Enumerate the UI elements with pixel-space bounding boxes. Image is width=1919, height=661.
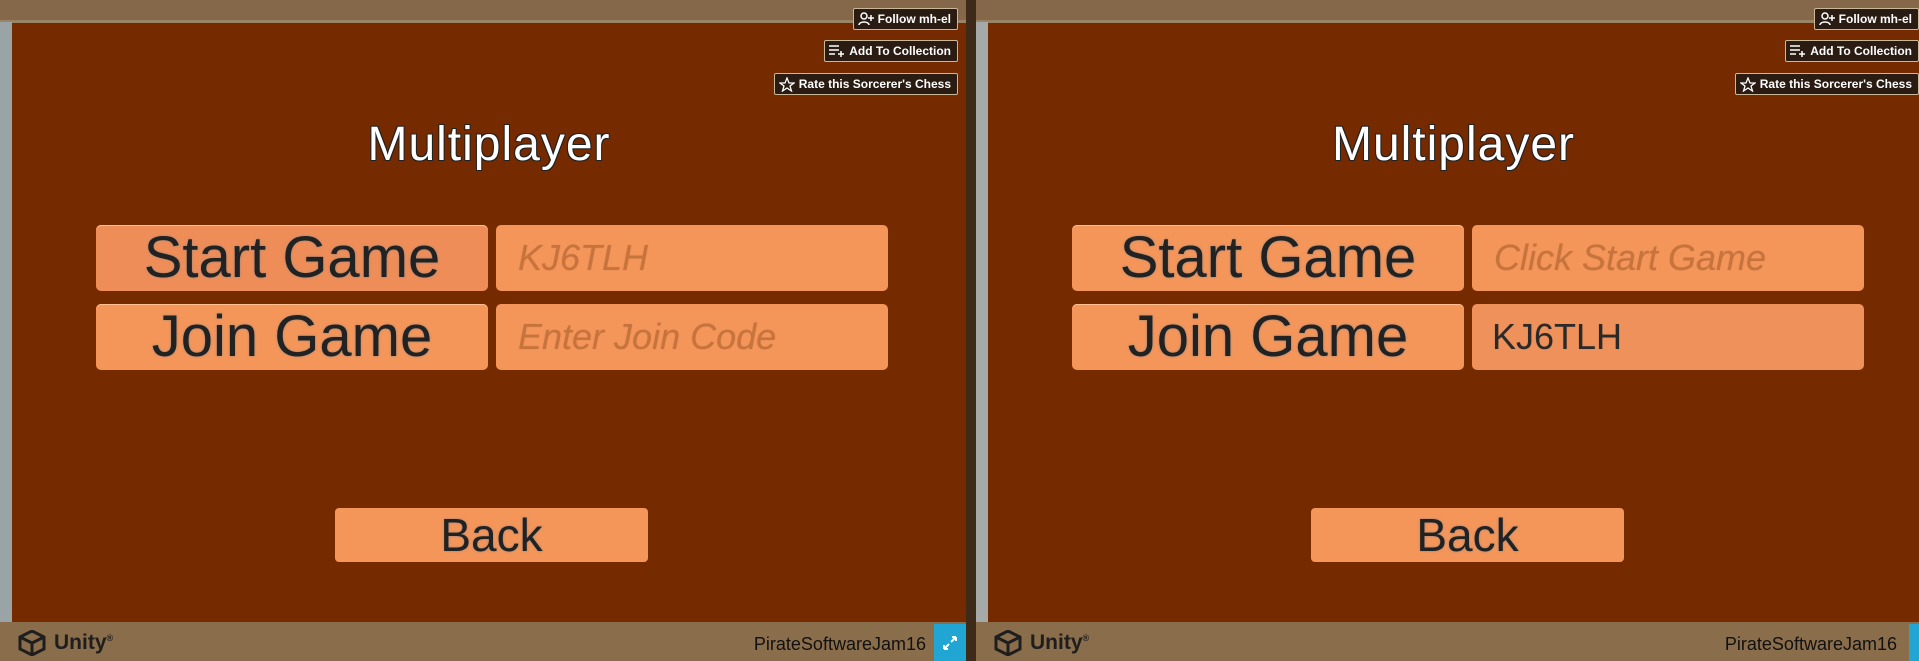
follow-button[interactable]: Follow mh-el xyxy=(852,8,958,30)
start-game-button[interactable]: Start Game xyxy=(1072,225,1464,291)
star-icon xyxy=(1739,76,1756,92)
join-game-button[interactable]: Join Game xyxy=(96,304,488,370)
playlist-add-icon xyxy=(829,45,845,57)
back-button[interactable]: Back xyxy=(1311,508,1624,562)
join-code-input[interactable]: KJ6TLH xyxy=(1472,304,1864,370)
join-code-input[interactable]: Enter Join Code xyxy=(496,304,888,370)
fullscreen-button[interactable] xyxy=(934,624,966,661)
add-to-collection-button[interactable]: Add To Collection xyxy=(824,40,958,62)
game-name: PirateSoftwareJam16 xyxy=(1724,634,1897,654)
collection-label: Add To Collection xyxy=(1810,44,1912,58)
fullscreen-button[interactable] xyxy=(1909,624,1919,661)
user-plus-icon xyxy=(857,12,874,26)
left-window: Follow mh-el Add To Collection Rate this… xyxy=(0,0,966,661)
follow-label: Follow mh-el xyxy=(1838,12,1912,26)
follow-label: Follow mh-el xyxy=(877,12,951,26)
add-to-collection-button[interactable]: Add To Collection xyxy=(1785,40,1919,62)
rate-label: Rate this Sorcerer's Chess xyxy=(1759,77,1912,91)
game-canvas[interactable]: Follow mh-el Add To Collection Rate this… xyxy=(988,8,1919,622)
unity-icon xyxy=(18,630,46,656)
top-bar xyxy=(0,0,966,23)
right-window: Follow mh-el Add To Collection Rate this… xyxy=(976,0,1919,661)
unity-icon xyxy=(994,630,1022,656)
rate-game-button[interactable]: Rate this Sorcerer's Chess xyxy=(773,73,958,95)
game-name: PirateSoftwareJam16 xyxy=(753,634,926,654)
background-strip xyxy=(0,22,12,622)
page-title: Multiplayer xyxy=(367,118,611,171)
start-game-button[interactable]: Start Game xyxy=(96,225,488,291)
collection-label: Add To Collection xyxy=(849,44,951,58)
unity-label: Unity® xyxy=(1030,631,1090,654)
rate-game-button[interactable]: Rate this Sorcerer's Chess xyxy=(1734,73,1919,95)
back-button[interactable]: Back xyxy=(335,508,648,562)
playlist-add-icon xyxy=(1790,45,1806,57)
join-game-button[interactable]: Join Game xyxy=(1072,304,1464,370)
player-footer: Unity® PirateSoftwareJam16 xyxy=(988,622,1919,661)
player-footer: Unity® PirateSoftwareJam16 xyxy=(12,622,966,661)
follow-button[interactable]: Follow mh-el xyxy=(1813,8,1919,30)
window-divider xyxy=(966,0,976,661)
fullscreen-icon xyxy=(943,635,957,650)
star-icon xyxy=(778,76,795,92)
page-title: Multiplayer xyxy=(1331,118,1576,171)
background-strip xyxy=(976,22,988,622)
rate-label: Rate this Sorcerer's Chess xyxy=(798,77,951,91)
start-code-field[interactable]: KJ6TLH xyxy=(496,225,888,291)
user-plus-icon xyxy=(1818,12,1835,26)
top-bar xyxy=(976,0,1919,23)
game-canvas[interactable]: Follow mh-el Add To Collection Rate this… xyxy=(12,8,966,622)
start-code-field[interactable]: Click Start Game xyxy=(1472,225,1864,291)
unity-label: Unity® xyxy=(54,631,114,654)
